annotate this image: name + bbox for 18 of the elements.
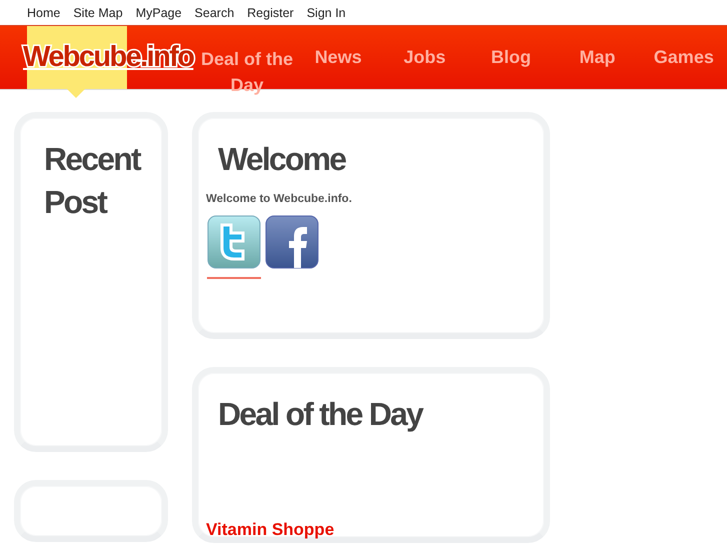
- top-link[interactable]: Search: [194, 6, 234, 20]
- card-title: Welcome: [218, 140, 347, 179]
- nav-tab[interactable]: Map: [554, 26, 641, 89]
- card-title: Deal of the Day: [218, 395, 424, 434]
- top-link[interactable]: Sign In: [306, 6, 346, 20]
- nav-tab[interactable]: Blog: [468, 26, 554, 89]
- top-link[interactable]: Home: [27, 6, 60, 20]
- pointer-icon: [67, 89, 85, 98]
- nav-tab[interactable]: Games: [640, 26, 727, 89]
- welcome-text: Welcome to Webcube.info.: [206, 193, 353, 205]
- sidebar-title: Recent Post: [43, 140, 142, 222]
- nav-tab[interactable]: News: [295, 26, 382, 89]
- top-link[interactable]: MyPage: [136, 6, 182, 20]
- top-link[interactable]: Register: [247, 6, 294, 20]
- deal-link[interactable]: Vitamin Shoppe: [206, 520, 334, 540]
- nav-tab[interactable]: Jobs: [381, 26, 468, 89]
- letter-f-icon[interactable]: [265, 215, 319, 269]
- top-link[interactable]: Site Map: [73, 6, 123, 20]
